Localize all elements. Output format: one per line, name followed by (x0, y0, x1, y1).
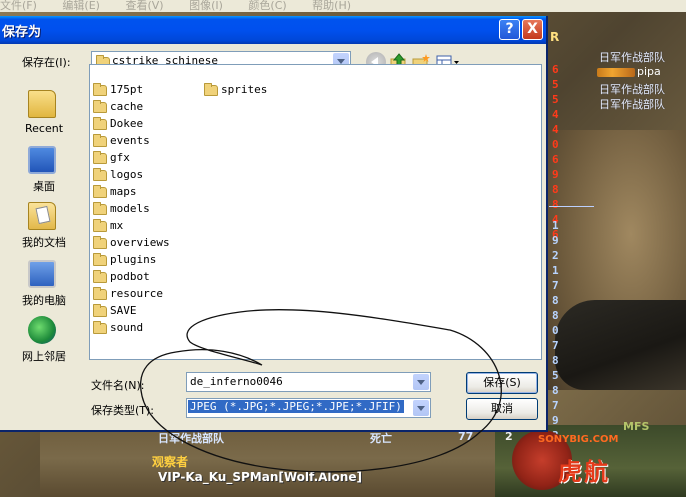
score-divider (549, 206, 594, 207)
spectator-label: 观察者 (152, 455, 189, 469)
score-header: R (550, 30, 560, 44)
menu-item-help: 帮助(H) (312, 0, 352, 12)
killfeed-row: pipa (597, 65, 661, 79)
folder-icon (93, 252, 107, 266)
folder-icon (204, 82, 218, 96)
save-button[interactable]: 保存(S) (466, 372, 538, 394)
killfeed-team: 日军作战部队 (599, 98, 665, 111)
folder-icon (93, 133, 107, 147)
folder-icon (93, 269, 107, 283)
killfeed-row: 日军作战部队 (599, 81, 665, 96)
place-my-documents[interactable]: 我的文档 (4, 200, 84, 254)
list-item[interactable]: resource (93, 286, 163, 304)
folder-icon (93, 167, 107, 181)
place-label: 网上邻居 (22, 350, 66, 363)
place-label: Recent (24, 122, 64, 135)
list-item[interactable]: gfx (93, 150, 130, 168)
list-item[interactable]: sound (93, 320, 143, 338)
my-computer-icon (28, 260, 56, 288)
place-label: 我的文档 (22, 236, 66, 249)
save-as-dialog: 保存为 ? X 保存在(I): cstrike_schinese Recent … (0, 16, 548, 432)
folder-icon (93, 99, 107, 113)
list-item[interactable]: logos (93, 167, 143, 185)
score-digits-bottom: 19 21 78 80 78 58 79 3 (552, 219, 559, 442)
my-documents-icon (28, 202, 56, 230)
logo-site-text: SONYBIG.COM (538, 434, 619, 445)
cancel-button[interactable]: 取消 (466, 398, 538, 420)
filename-input[interactable]: de_inferno0046 (186, 372, 431, 392)
places-bar: Recent 桌面 我的文档 我的电脑 网上邻居 (4, 66, 84, 363)
game-hud-bottom: 日军作战部队 死亡 77 观察者 VIP-Ka_Ku_SPMan[Wolf.Al… (150, 428, 500, 497)
desktop-icon (28, 146, 56, 174)
list-item[interactable]: 175pt (93, 82, 143, 100)
place-desktop[interactable]: 桌面 (4, 144, 84, 198)
folder-icon (93, 286, 107, 300)
list-item[interactable]: mx (93, 218, 123, 236)
menu-item-color: 颜色(C) (248, 0, 287, 12)
menu-item-edit: 编辑(E) (62, 0, 100, 12)
list-item[interactable]: maps (93, 184, 137, 202)
place-network[interactable]: 网上邻居 (4, 314, 84, 368)
filetype-label: 保存类型(T): (91, 404, 155, 417)
filename-value: de_inferno0046 (190, 375, 283, 388)
menu-item-view: 查看(V) (125, 0, 164, 12)
logo-top-text: MFS (623, 420, 650, 433)
folder-icon (93, 150, 107, 164)
filetype-value: JPEG (*.JPG;*.JPEG;*.JPE;*.JFIF) (187, 399, 405, 414)
killfeed-team: 日军作战部队 (599, 83, 665, 96)
folder-icon (93, 116, 107, 130)
place-recent[interactable]: Recent (4, 88, 84, 142)
spectator-name: VIP-Ka_Ku_SPMan[Wolf.Alone] (158, 470, 362, 484)
hud-player-row: 日军作战部队 死亡 77 (158, 430, 473, 446)
dialog-title: 保存为 (2, 25, 42, 40)
hud-team: 日军作战部队 (158, 432, 224, 445)
list-item[interactable]: podbot (93, 269, 150, 287)
killfeed-player: pipa (637, 65, 661, 78)
list-item[interactable]: sprites (204, 82, 267, 100)
list-item[interactable]: models (93, 201, 150, 219)
chevron-down-icon[interactable] (413, 374, 429, 390)
list-item[interactable]: cache (93, 99, 143, 117)
filetype-dropdown[interactable]: JPEG (*.JPG;*.JPEG;*.JPE;*.JFIF) (186, 398, 431, 418)
recent-documents-icon (28, 90, 56, 118)
logo-big-text: 虎航 (558, 458, 610, 486)
dialog-titlebar[interactable]: 保存为 ? X (0, 16, 546, 44)
killfeed-team: 日军作战部队 (599, 51, 665, 64)
folder-icon (93, 235, 107, 249)
place-label: 桌面 (33, 180, 55, 193)
folder-icon (93, 82, 107, 96)
filename-label: 文件名(N): (91, 379, 145, 392)
folder-icon (93, 320, 107, 334)
network-places-icon (28, 316, 56, 344)
help-button[interactable]: ? (499, 19, 520, 40)
chevron-down-icon[interactable] (413, 400, 429, 416)
place-label: 我的电脑 (22, 294, 66, 307)
killfeed-row: 日军作战部队 (599, 96, 665, 111)
close-button[interactable]: X (522, 19, 543, 40)
menu-item-image: 图像(I) (189, 0, 223, 12)
list-item[interactable]: plugins (93, 252, 156, 270)
place-my-computer[interactable]: 我的电脑 (4, 258, 84, 312)
list-item[interactable]: overviews (93, 235, 170, 253)
list-item[interactable]: Dokee (93, 116, 143, 134)
folder-icon (93, 201, 107, 215)
folder-icon (93, 303, 107, 317)
file-list[interactable]: 175pt cache Dokee events gfx logos maps … (89, 64, 542, 360)
killfeed-row: 日军作战部队 (599, 49, 665, 64)
hud-status: 死亡 (370, 432, 392, 445)
background-menu-bar: 文件(F) 编辑(E) 查看(V) 图像(I) 颜色(C) 帮助(H) (0, 0, 686, 12)
menu-item-file: 文件(F) (0, 0, 37, 12)
folder-icon (93, 184, 107, 198)
list-item[interactable]: events (93, 133, 150, 151)
rifle-icon (597, 67, 635, 77)
game-scoreboard: R 日军作战部队 pipa 日军作战部队 日军作战部队 65 54 40 69 … (549, 28, 686, 442)
score-digits-top: 65 54 40 69 88 46 (552, 63, 559, 241)
list-item[interactable]: SAVE (93, 303, 137, 321)
folder-icon (93, 218, 107, 232)
